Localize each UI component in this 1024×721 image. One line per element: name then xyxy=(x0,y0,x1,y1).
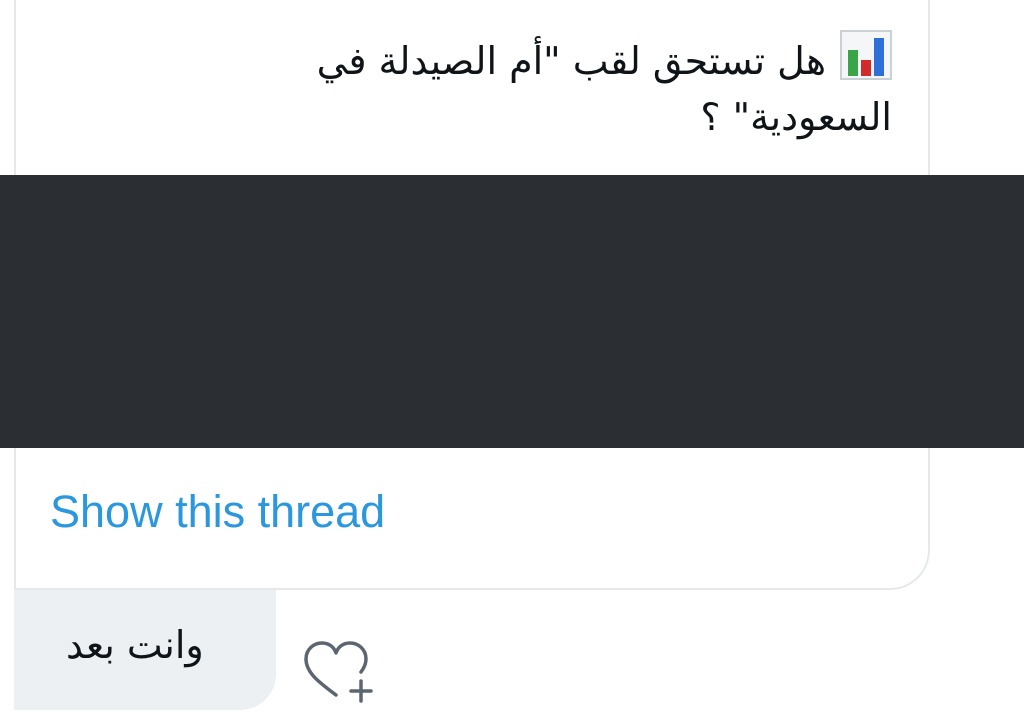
tweet-text: هل تستحق لقب "أم الصيدلة في السعودية" ؟ xyxy=(132,30,892,145)
page: هل تستحق لقب "أم الصيدلة في السعودية" ؟ … xyxy=(0,0,1024,721)
reply-text: وانت بعد xyxy=(66,623,204,667)
tweet-text-line-1: هل تستحق لقب "أم الصيدلة في xyxy=(132,30,892,89)
bar-chart-icon xyxy=(840,30,892,80)
tweet-text-line-1-content: هل تستحق لقب "أم الصيدلة في xyxy=(316,39,826,83)
tweet-text-line-2: السعودية" ؟ xyxy=(700,95,892,139)
heart-plus-icon[interactable] xyxy=(300,637,378,703)
show-thread-link[interactable]: Show this thread xyxy=(50,486,385,538)
media-preview[interactable] xyxy=(0,175,1024,448)
